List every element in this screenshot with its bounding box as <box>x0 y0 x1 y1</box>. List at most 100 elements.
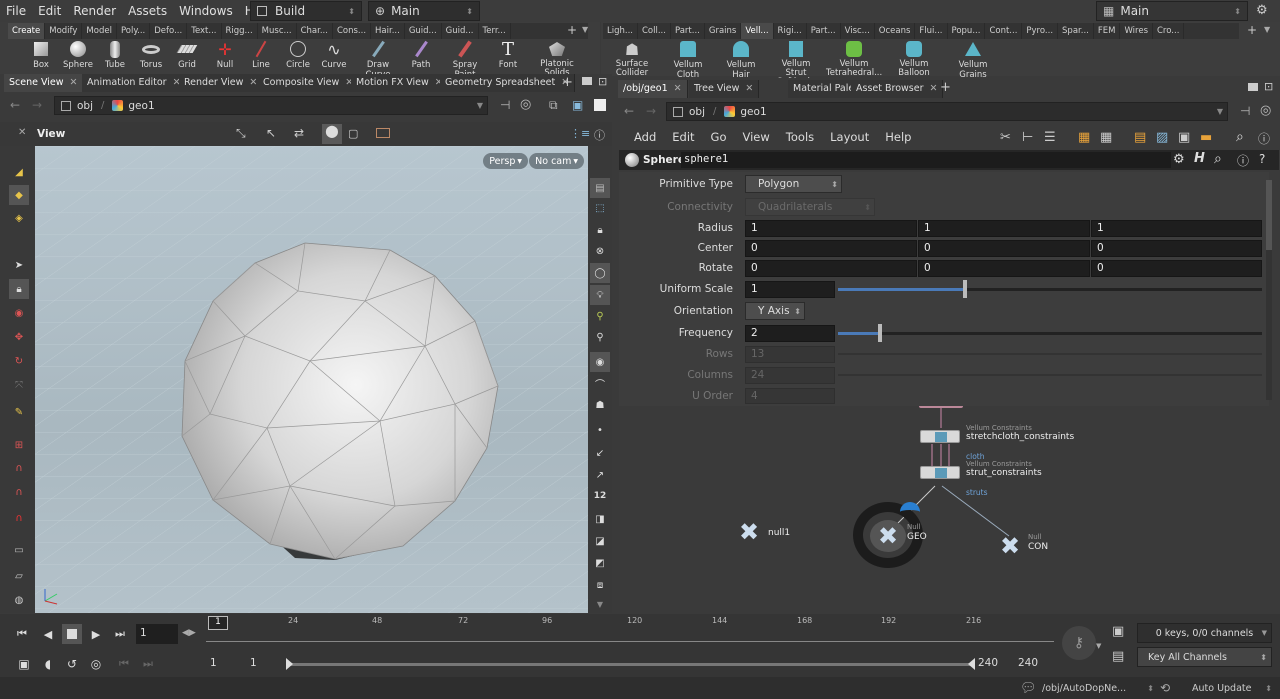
tab-asset-browser[interactable]: Asset Browser ✕ <box>851 80 944 98</box>
maximize-icon[interactable]: ⊡ <box>1264 80 1273 93</box>
menu-file[interactable]: File <box>0 4 32 18</box>
columns-slider[interactable] <box>838 374 1262 376</box>
current-frame-field[interactable]: 1 <box>136 624 178 644</box>
network-context-select[interactable]: ⊕ Main ⬍ <box>368 1 480 21</box>
rotate-z-field[interactable]: 0 <box>1091 260 1262 277</box>
frequency-slider[interactable] <box>838 332 1262 335</box>
tool-circle[interactable]: Circle <box>280 40 316 70</box>
table-icon[interactable]: ▦ <box>1100 130 1112 145</box>
shelf-tab-fem[interactable]: FEM <box>1094 23 1121 39</box>
add-tab-icon[interactable]: + <box>562 75 573 90</box>
forward-arrow-icon[interactable]: → <box>32 98 42 112</box>
primitive-type-select[interactable]: Polygon ⬍ <box>745 175 842 193</box>
tab-geometry-spreadsheet[interactable]: Geometry Spreadsheet ✕ <box>440 74 576 92</box>
view-tools-icon[interactable]: ✕ <box>18 127 26 138</box>
parameter-scrollbar-thumb[interactable] <box>1266 180 1272 250</box>
shelf-tab-defo[interactable]: Defo... <box>150 23 188 39</box>
shelf-tab-grains[interactable]: Grains <box>705 23 742 39</box>
current-frame-marker[interactable]: 1 <box>208 616 228 630</box>
transform-tool-icon[interactable]: ◆ <box>9 185 29 205</box>
tool-surface-collider[interactable]: ☗ Surface Collider <box>610 40 654 78</box>
vertex-normal-icon[interactable]: ↗ <box>590 465 610 485</box>
graph-editor-icon[interactable]: ▤ <box>1112 649 1124 664</box>
tool-font[interactable]: T Font <box>490 39 526 71</box>
prev-key-icon[interactable]: ⏮ <box>114 654 134 674</box>
shelf-tab-pyro[interactable]: Pyro... <box>1022 23 1059 39</box>
tool-torus[interactable]: Torus <box>133 40 169 70</box>
chevron-down-icon[interactable]: ▼ <box>582 23 588 37</box>
center-x-field[interactable]: 0 <box>745 240 917 257</box>
tool-line[interactable]: Line <box>243 40 279 70</box>
safe-area-icon[interactable] <box>376 128 390 138</box>
headlight-icon[interactable]: ⚲ <box>590 306 610 326</box>
main-desktop-select[interactable]: ▦ Main ⬍ <box>1096 1 1248 21</box>
next-key-icon[interactable]: ⏭ <box>138 654 158 674</box>
maximize-icon[interactable]: ⊡ <box>598 75 607 88</box>
shelf-tab-collisions[interactable]: Coll... <box>638 23 671 39</box>
info-icon[interactable]: ⓘ <box>1258 130 1270 147</box>
shelf-tab-crowds[interactable]: Cro... <box>1153 23 1185 39</box>
menu-add[interactable]: Add <box>626 130 664 144</box>
pin-icon[interactable]: ⊣ <box>500 98 510 112</box>
tool-sphere[interactable]: Sphere <box>60 40 96 70</box>
sticky-note-icon[interactable]: ▤ <box>1134 130 1146 145</box>
grid-view-icon[interactable]: ▦ <box>1078 130 1090 145</box>
key-icon[interactable]: ⚷ <box>1062 626 1096 660</box>
tab-tree-view[interactable]: Tree View ✕ <box>689 80 760 98</box>
close-icon[interactable]: ✕ <box>249 77 257 88</box>
shelf-tab-rigg[interactable]: Rigg... <box>222 23 258 39</box>
snap-curve-icon[interactable]: ∩ <box>9 458 29 478</box>
con-node-name[interactable]: CON <box>1028 542 1048 552</box>
close-icon[interactable]: ✕ <box>745 83 753 94</box>
uniform-scale-slider-handle[interactable] <box>963 280 967 298</box>
shelf-tab-text[interactable]: Text... <box>187 23 222 39</box>
tool-tube[interactable]: Tube <box>97 40 133 70</box>
tab-render-view[interactable]: Render View ✕ <box>179 74 264 92</box>
shelf-tab-hair[interactable]: Hair... <box>371 23 405 39</box>
pane-menu-icon[interactable] <box>582 77 592 85</box>
image-icon[interactable]: ▨ <box>1156 130 1168 145</box>
left-path-field[interactable]: obj / geo1 ▼ <box>54 96 488 115</box>
normal-display-icon[interactable]: ↙ <box>590 443 610 463</box>
shelf-tab-particle-fluids[interactable]: Part... <box>807 23 841 39</box>
back-arrow-icon[interactable]: ← <box>624 104 634 118</box>
range-end-field[interactable]: 240 <box>978 657 998 669</box>
desktop-select[interactable]: Build ⬍ <box>250 1 362 21</box>
play-reverse-icon[interactable]: ◀ <box>38 624 58 644</box>
select-points-icon[interactable]: ↖ <box>266 126 276 140</box>
light-bulb-icon[interactable]: 💡︎ <box>590 285 610 305</box>
tab-animation-editor[interactable]: Animation Editor ✕ <box>82 74 187 92</box>
tab-motion-fx-view[interactable]: Motion FX View ✕ <box>351 74 449 92</box>
viewport-layout-icon[interactable]: ⧉ <box>549 98 558 113</box>
cook-icon[interactable]: ⟲ <box>1160 681 1170 695</box>
shelf-tab-model[interactable]: Model <box>82 23 117 39</box>
strut-node[interactable] <box>920 466 960 479</box>
link-icon[interactable]: ◎ <box>1260 103 1271 118</box>
uv-display-icon[interactable]: ◪ <box>590 531 610 551</box>
path-obj[interactable]: obj <box>689 106 705 118</box>
snap-magnet-icon[interactable]: ∩ <box>9 508 29 528</box>
key-mode-select[interactable]: Key All Channels ⬍ <box>1137 647 1272 667</box>
tab-composite-view[interactable]: Composite View ✕ <box>258 74 360 92</box>
geo-node[interactable]: ✖ <box>870 520 906 552</box>
paint-brush-icon[interactable]: ▱ <box>9 566 29 586</box>
tab-network-obj-geo1[interactable]: /obj/geo1 ✕ <box>618 80 688 98</box>
shelf-tab-vellum[interactable]: Vell... <box>741 23 774 39</box>
link-icon[interactable]: ◎ <box>520 97 531 112</box>
back-arrow-icon[interactable]: ← <box>10 98 20 112</box>
menu-tools[interactable]: Tools <box>778 130 822 144</box>
settings-icon[interactable]: ⚙ <box>1256 3 1268 18</box>
scale-icon[interactable]: ⤧ <box>9 375 29 395</box>
channel-list-icon[interactable]: ▣ <box>1112 624 1124 639</box>
shelf-tab-char[interactable]: Char... <box>297 23 333 39</box>
info-icon[interactable]: ⓘ <box>1237 152 1249 169</box>
shelf-tab-oceans[interactable]: Oceans <box>875 23 916 39</box>
tool-vellum-balloon[interactable]: Vellum Balloon <box>890 40 938 78</box>
display-grid-icon[interactable]: ▤ <box>590 178 610 198</box>
menu-view[interactable]: View <box>735 130 778 144</box>
select-edges-icon[interactable]: ⇄ <box>294 126 304 140</box>
shelf-tab-rigid[interactable]: Rigi... <box>774 23 807 39</box>
lock-camera-icon[interactable]: 🔒︎ <box>590 220 610 240</box>
rotate-y-field[interactable]: 0 <box>918 260 1090 277</box>
shelf-tab-particles[interactable]: Part... <box>671 23 705 39</box>
